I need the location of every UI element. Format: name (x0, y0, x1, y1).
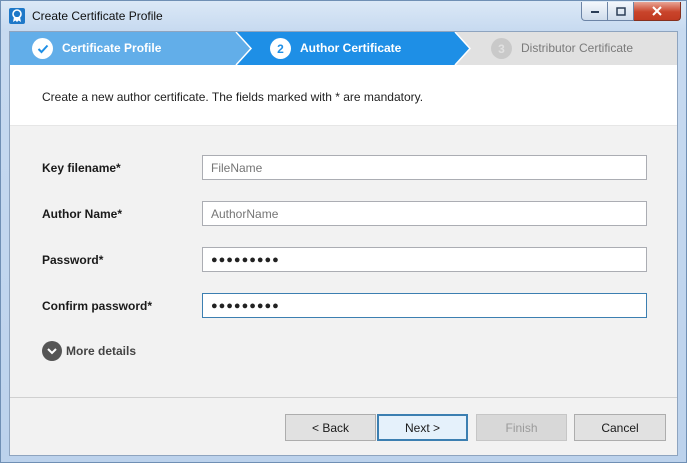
certificate-icon (9, 8, 25, 24)
wizard-steps: Certificate Profile 2 Author Certificate… (10, 32, 677, 65)
confirm-password-input[interactable] (202, 293, 647, 318)
key-filename-label: Key filename* (42, 161, 121, 175)
step-label: Certificate Profile (62, 41, 162, 55)
step-label: Author Certificate (300, 41, 402, 55)
step-certificate-profile: Certificate Profile (10, 32, 250, 65)
description-band: Create a new author certificate. The fie… (10, 65, 677, 125)
confirm-password-label: Confirm password* (42, 299, 153, 313)
minimize-button[interactable] (581, 2, 608, 21)
dialog-window: Create Certificate Profile Certificate P… (0, 0, 687, 463)
window-title: Create Certificate Profile (32, 9, 163, 23)
back-button[interactable]: < Back (285, 414, 376, 441)
title-bar[interactable]: Create Certificate Profile (1, 1, 686, 31)
cancel-button[interactable]: Cancel (574, 414, 666, 441)
more-details-label: More details (66, 344, 137, 358)
step-number: 3 (491, 38, 512, 59)
key-filename-input[interactable] (202, 155, 647, 180)
author-name-row: Author Name* (10, 201, 677, 227)
more-details-toggle[interactable]: More details (42, 341, 136, 361)
close-icon (652, 6, 662, 16)
password-row: Password* (10, 247, 677, 273)
maximize-icon (615, 6, 626, 16)
author-name-input[interactable] (202, 201, 647, 226)
next-button[interactable]: Next > (377, 414, 468, 441)
checkmark-icon (32, 38, 53, 59)
button-bar: < Back Next > Finish Cancel (10, 397, 677, 455)
step-label: Distributor Certificate (521, 41, 634, 55)
chevron-down-icon (42, 341, 62, 361)
window-controls (581, 2, 681, 21)
key-filename-row: Key filename* (10, 155, 677, 181)
close-button[interactable] (634, 2, 681, 21)
finish-button: Finish (476, 414, 567, 441)
minimize-icon (590, 11, 599, 13)
confirm-password-row: Confirm password* (10, 293, 677, 319)
maximize-button[interactable] (608, 2, 634, 21)
author-name-label: Author Name* (42, 207, 123, 221)
password-label: Password* (42, 253, 104, 267)
dialog-client-area: Certificate Profile 2 Author Certificate… (9, 31, 678, 456)
password-input[interactable] (202, 247, 647, 272)
description-text: Create a new author certificate. The fie… (42, 90, 424, 104)
step-distributor-certificate: 3 Distributor Certificate (470, 32, 677, 65)
form-area: Key filename* Author Name* Password* Con… (10, 125, 677, 397)
step-number: 2 (270, 38, 291, 59)
step-author-certificate: 2 Author Certificate (250, 32, 470, 65)
